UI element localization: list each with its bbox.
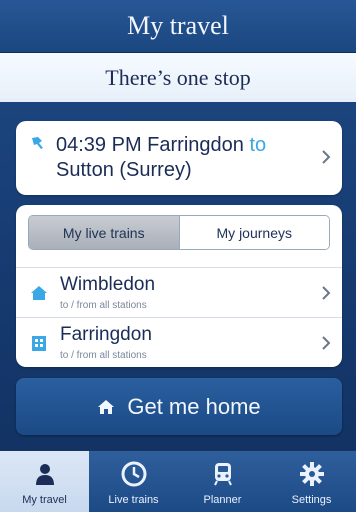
segment-my-live-trains[interactable]: My live trains [29, 216, 179, 249]
tab-settings[interactable]: Settings [267, 451, 356, 512]
house-icon [31, 286, 47, 300]
gear-icon [299, 462, 324, 486]
trains-card: My live trains My journeys Wimbledon to … [16, 205, 342, 367]
tab-label: Live trains [108, 494, 159, 506]
get-me-home-label: Get me home [127, 393, 261, 419]
chevron-right-icon [322, 150, 331, 164]
tab-label: My travel [22, 494, 67, 506]
stop-text: 04:39 PM Farringdon to Sutton (Surrey) [56, 133, 306, 183]
station-name: Farringdon [60, 324, 152, 345]
trains-segmented-control: My live trains My journeys [28, 215, 330, 250]
chevron-right-icon [322, 286, 331, 300]
station-name: Wimbledon [60, 274, 156, 295]
stop-to-word: to [249, 134, 267, 156]
tab-label: Settings [291, 494, 332, 506]
segment-my-journeys-label: My journeys [216, 224, 292, 241]
station-row-farringdon[interactable]: Farringdon to / from all stations [16, 317, 342, 368]
chevron-right-icon [322, 336, 331, 350]
tab-label: Planner [203, 494, 242, 506]
office-building-icon [32, 336, 46, 351]
clock-icon [121, 461, 146, 487]
tab-planner[interactable]: Planner [178, 451, 267, 512]
stop-count-header: There’s one stop [0, 53, 356, 102]
stop-time-origin: 04:39 PM Farringdon [56, 134, 244, 156]
station-subtitle: to / from all stations [60, 300, 147, 311]
person-icon [35, 464, 54, 485]
stop-count-text: There’s one stop [105, 64, 251, 90]
tab-live-trains[interactable]: Live trains [89, 451, 178, 512]
page-title-text: My travel [127, 11, 229, 40]
stop-destination: Sutton (Surrey) [56, 159, 192, 181]
station-row-wimbledon[interactable]: Wimbledon to / from all stations [16, 267, 342, 318]
segment-my-live-trains-label: My live trains [62, 224, 145, 241]
home-icon [98, 399, 115, 414]
tab-my-travel[interactable]: My travel [0, 451, 89, 512]
app-screen: My travel There’s one stop 04:39 PM Farr… [0, 0, 356, 512]
train-icon [213, 463, 232, 486]
bottom-tab-bar: My travel Live trains Planner Settings [0, 450, 356, 512]
segment-my-journeys[interactable]: My journeys [179, 216, 329, 249]
get-me-home-button[interactable]: Get me home [16, 378, 342, 435]
station-subtitle: to / from all stations [60, 350, 147, 361]
bus-stop-icon [32, 137, 43, 149]
page-title: My travel [0, 0, 356, 53]
stop-card[interactable]: 04:39 PM Farringdon to Sutton (Surrey) [16, 121, 342, 195]
